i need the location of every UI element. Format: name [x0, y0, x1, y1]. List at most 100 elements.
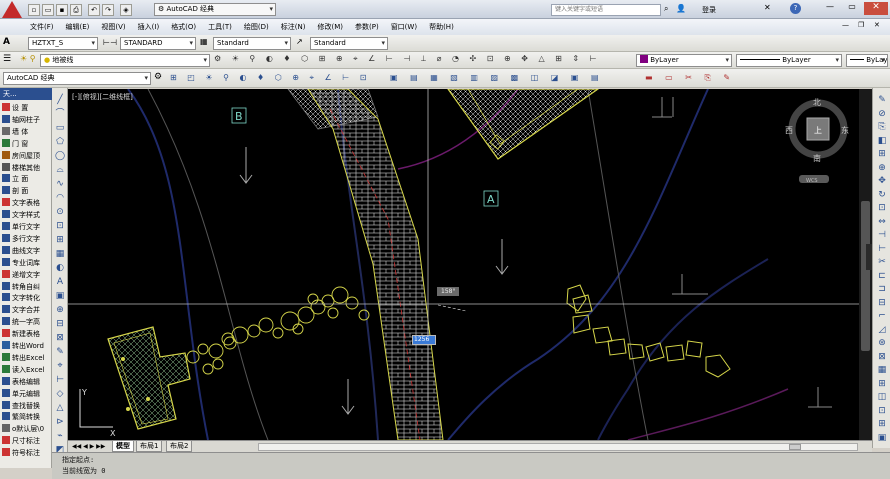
draw-tool-icon-12[interactable]: ◐	[54, 262, 66, 274]
text-style-combo[interactable]: HZTXT_S	[28, 37, 98, 50]
login-label[interactable]: 登录	[702, 5, 716, 15]
h-scroll-thumb[interactable]	[789, 444, 801, 450]
undo-icon[interactable]: ↶	[88, 4, 100, 16]
draw-tool-icon-1[interactable]: ⌒	[54, 108, 66, 120]
maximize-button[interactable]: ▭	[842, 2, 862, 15]
viewcube-north[interactable]: 北	[813, 98, 821, 107]
search-box[interactable]: 键入关键字或短语	[551, 4, 661, 16]
text-style-icon[interactable]: A	[3, 37, 10, 47]
draw-tool-icon-19[interactable]: ⌖	[54, 360, 66, 372]
mleader-style-icon[interactable]: ↗	[296, 37, 303, 46]
modify-tool-icon-4[interactable]: ⊞	[876, 148, 888, 160]
horizontal-scrollbar[interactable]	[258, 443, 858, 451]
palette-item-1[interactable]: 轴网柱子	[0, 114, 52, 126]
draw-tool-icon-5[interactable]: ⌓	[54, 164, 66, 176]
menu-item-2[interactable]: 视图(V)	[95, 19, 131, 35]
modify-tool-icon-23[interactable]: ⊡	[876, 405, 888, 417]
modify-tool-icon-9[interactable]: ⇔	[876, 216, 888, 228]
viewcube-top[interactable]: 上	[814, 126, 822, 135]
viewcube-west[interactable]: 西	[785, 126, 793, 135]
palette-item-20[interactable]: 转出Word	[0, 340, 52, 352]
draw-tool-icon-15[interactable]: ⊕	[54, 304, 66, 316]
user-icon[interactable]: 👤	[676, 4, 686, 13]
palette-item-28[interactable]: 尺寸标注	[0, 435, 52, 447]
layer-manager-icon[interactable]: ☰	[3, 54, 11, 64]
modify-tool-icon-0[interactable]: ✎	[876, 94, 888, 106]
workspace-title-combo[interactable]: ⚙ AutoCAD 经典	[154, 3, 276, 16]
drawing-svg[interactable]: B A Y X 北 南 东 西 上 WCS	[68, 89, 859, 440]
palette-item-18[interactable]: 统一字高	[0, 316, 52, 328]
modify-tool-icon-20[interactable]: ▦	[876, 364, 888, 376]
modify-tool-icon-7[interactable]: ↻	[876, 189, 888, 201]
scroll-thumb[interactable]	[861, 201, 870, 351]
modify-tool-icon-16[interactable]: ⌐	[876, 310, 888, 322]
open-file-icon[interactable]: ▭	[42, 4, 54, 16]
draw-tool-icon-11[interactable]: ▦	[54, 248, 66, 260]
palette-item-19[interactable]: 新建表格	[0, 328, 52, 340]
palette-item-4[interactable]: 房间屋顶	[0, 150, 52, 162]
modify-tool-icon-18[interactable]: ⊛	[876, 337, 888, 349]
dim-style-combo[interactable]: STANDARD	[120, 37, 196, 50]
tab-nav-first[interactable]: ◀◀ ◀ ▶ ▶▶	[72, 441, 105, 452]
modify-tool-icon-22[interactable]: ◫	[876, 391, 888, 403]
modify-tool-icon-6[interactable]: ✥	[876, 175, 888, 187]
print-icon[interactable]: ⎙	[70, 4, 82, 16]
draw-tool-icon-10[interactable]: ⊞	[54, 234, 66, 246]
modify-tool-icon-14[interactable]: ⊐	[876, 283, 888, 295]
draw-tool-icon-8[interactable]: ⊙	[54, 206, 66, 218]
menu-item-10[interactable]: 窗口(W)	[385, 19, 423, 35]
redo-icon[interactable]: ↷	[102, 4, 114, 16]
table-style-icon[interactable]: ▦	[200, 37, 208, 46]
palette-item-10[interactable]: 单行文字	[0, 221, 52, 233]
palette-item-24[interactable]: 单元编辑	[0, 388, 52, 400]
workspace-combo[interactable]: AutoCAD 经典	[3, 72, 151, 85]
draw-tool-icon-2[interactable]: ▭	[54, 122, 66, 134]
tab-0[interactable]: 模型	[112, 441, 134, 452]
palette-item-0[interactable]: 设 置	[0, 102, 52, 114]
palette-item-25[interactable]: 查找替换	[0, 400, 52, 412]
modify-tool-icon-3[interactable]: ◧	[876, 135, 888, 147]
modify-tool-icon-19[interactable]: ⊠	[876, 351, 888, 363]
draw-tool-icon-7[interactable]: ◠	[54, 192, 66, 204]
palette-item-22[interactable]: 读入Excel	[0, 364, 52, 376]
draw-tool-icon-16[interactable]: ⊟	[54, 318, 66, 330]
modify-tool-icon-1[interactable]: ⊘	[876, 108, 888, 120]
menu-item-6[interactable]: 绘图(D)	[238, 19, 275, 35]
minimize-button[interactable]: —	[820, 2, 840, 15]
color-combo[interactable]: ByLayer	[636, 54, 732, 67]
palette-item-13[interactable]: 专业词库	[0, 257, 52, 269]
lineweight-combo[interactable]: ByLayer	[846, 54, 888, 67]
modify-tool-icon-25[interactable]: ▣	[876, 432, 888, 444]
palette-item-6[interactable]: 立 面	[0, 173, 52, 185]
draw-tool-icon-9[interactable]: ⊡	[54, 220, 66, 232]
palette-item-26[interactable]: 繁简转换	[0, 411, 52, 423]
menu-item-11[interactable]: 帮助(H)	[423, 19, 460, 35]
workspace-settings-icon[interactable]: ⚙	[154, 72, 162, 82]
draw-tool-icon-24[interactable]: ⌁	[54, 430, 66, 442]
viewcube-south[interactable]: 南	[813, 153, 821, 163]
draw-tool-icon-18[interactable]: ✎	[54, 346, 66, 358]
palette-item-21[interactable]: 转出Excel	[0, 352, 52, 364]
layer-combo[interactable]: ● 地被线	[40, 54, 210, 67]
new-file-icon[interactable]: ▫	[28, 4, 40, 16]
modify-tool-icon-11[interactable]: ⊢	[876, 243, 888, 255]
modify-tool-icon-8[interactable]: ⊡	[876, 202, 888, 214]
draw-tool-icon-14[interactable]: ▣	[54, 290, 66, 302]
close-button[interactable]: ✕	[864, 2, 888, 15]
doc-restore-button[interactable]: ❐	[858, 21, 864, 29]
draw-tool-icon-17[interactable]: ⊠	[54, 332, 66, 344]
dim-style-icon[interactable]: ⊢⊣	[103, 38, 117, 47]
length-input[interactable]: 1256	[412, 335, 436, 345]
command-window[interactable]: 指定起点: 当前线宽为 0	[52, 452, 890, 479]
menu-item-5[interactable]: 工具(T)	[202, 19, 238, 35]
search-icon[interactable]: ⌕	[664, 4, 668, 14]
tab-1[interactable]: 布局1	[136, 441, 163, 452]
palette-item-5[interactable]: 楼梯其他	[0, 162, 52, 174]
palette-item-12[interactable]: 曲线文字	[0, 245, 52, 257]
modify-tool-icon-15[interactable]: ⊟	[876, 297, 888, 309]
menu-item-0[interactable]: 文件(F)	[24, 19, 60, 35]
mleader-style-combo[interactable]: Standard	[310, 37, 388, 50]
app-logo-icon[interactable]	[2, 1, 22, 18]
drawing-canvas[interactable]: B A Y X 北 南 东 西 上 WCS [-][俯视][二维线框] 158°…	[68, 89, 859, 440]
modify-tool-icon-17[interactable]: ◿	[876, 324, 888, 336]
